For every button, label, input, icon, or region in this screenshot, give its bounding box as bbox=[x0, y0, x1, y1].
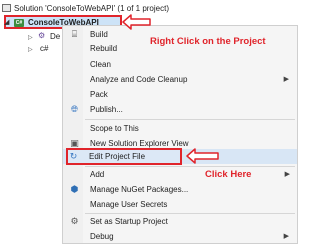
left-arrow-icon bbox=[122, 14, 151, 30]
menu-item-clean[interactable]: Clean bbox=[63, 58, 297, 71]
submenu-arrow-icon: ▶ bbox=[283, 76, 289, 83]
annotation-right-click: Right Click on the Project bbox=[150, 36, 266, 47]
menu-item-pack[interactable]: Pack bbox=[63, 88, 297, 101]
menu-separator bbox=[85, 166, 295, 167]
menu-item-publish[interactable]: 🌐︎ Publish... bbox=[63, 103, 297, 116]
expand-caret-icon[interactable]: ◢ bbox=[4, 18, 9, 26]
menu-separator bbox=[85, 213, 295, 214]
menu-item-analyze-cleanup[interactable]: Analyze and Code Cleanup ▶ bbox=[63, 73, 297, 86]
menu-item-add[interactable]: Add bbox=[63, 168, 297, 181]
collapse-caret-icon[interactable]: ▷ bbox=[28, 34, 33, 41]
globe-icon: 🌐︎ bbox=[70, 104, 79, 114]
menu-separator bbox=[85, 119, 295, 120]
nuget-icon: ⬢ bbox=[70, 184, 79, 194]
menu-item-manage-nuget[interactable]: ⬢ Manage NuGet Packages... bbox=[63, 183, 297, 196]
submenu-arrow-icon: ▶ bbox=[283, 233, 289, 240]
menu-item-manage-user-secrets[interactable]: Manage User Secrets bbox=[63, 198, 297, 211]
menu-item-set-startup[interactable]: ⚙ Set as Startup Project bbox=[63, 215, 297, 228]
build-icon: ⌸ bbox=[71, 29, 78, 39]
submenu-arrow-icon: ▶ bbox=[284, 171, 290, 178]
dependencies-icon: ⚙ bbox=[38, 31, 46, 40]
edit-file-icon: ↻ bbox=[69, 151, 78, 161]
tree-item-program[interactable]: c# bbox=[40, 43, 48, 54]
csharp-project-icon: C# bbox=[14, 19, 24, 27]
gear-icon: ⚙ bbox=[70, 216, 79, 226]
left-arrow-icon bbox=[186, 148, 219, 164]
context-menu-lower: Add ⬢ Manage NuGet Packages... Manage Us… bbox=[63, 166, 297, 244]
solution-icon bbox=[2, 4, 11, 12]
menu-item-debug[interactable]: Debug ▶ bbox=[63, 230, 297, 243]
annotation-click-here: Click Here bbox=[205, 169, 252, 180]
tree-item-dependencies[interactable]: De bbox=[50, 31, 60, 42]
solution-label[interactable]: Solution 'ConsoleToWebAPI' (1 of 1 proje… bbox=[14, 3, 169, 14]
menu-item-scope-to-this[interactable]: Scope to This bbox=[63, 122, 297, 135]
collapse-caret-icon[interactable]: ▷ bbox=[28, 46, 33, 53]
menu-item-edit-project-file[interactable]: Edit Project File bbox=[89, 151, 145, 162]
